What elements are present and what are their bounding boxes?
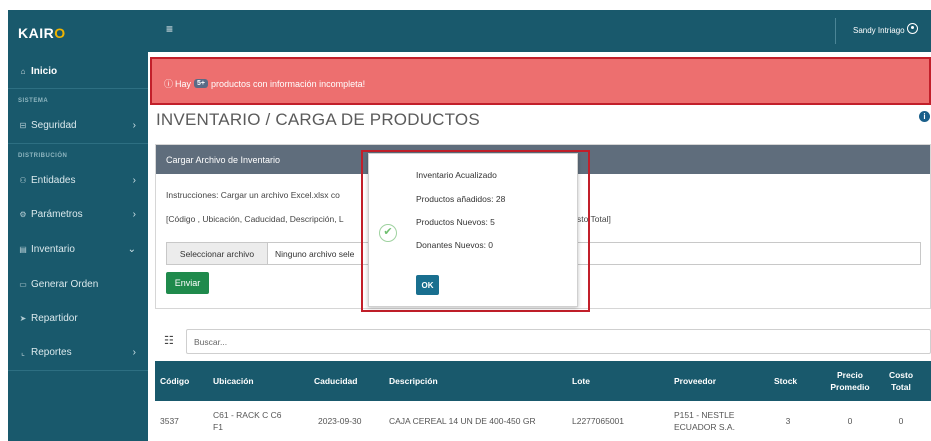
- lock-icon: ⊟: [19, 120, 27, 130]
- sidebar-item-generar-orden[interactable]: ▭ Generar Orden: [8, 273, 148, 295]
- menu-toggle-icon[interactable]: ≡: [166, 22, 173, 36]
- chevron-down-icon: ⌄: [127, 243, 136, 255]
- chevron-right-icon: ›: [132, 346, 136, 358]
- top-navbar: ≡ Sandy Intriago: [148, 10, 931, 52]
- alert-prefix: Hay: [175, 78, 192, 89]
- settings-icon: ⚙: [19, 209, 27, 219]
- alert-info-icon: ⓘ: [164, 79, 174, 89]
- chart-icon: ⌞: [21, 347, 25, 357]
- inventory-updated-dialog: ✔ Inventario Acualizado Productos añadid…: [368, 153, 578, 307]
- column-header-codigo[interactable]: Código: [160, 361, 189, 401]
- ok-button[interactable]: OK: [416, 275, 439, 295]
- column-header-precio-promedio[interactable]: Precio Promedio: [821, 361, 879, 401]
- app-logo[interactable]: KAIR O: [8, 10, 148, 56]
- cell-caducidad: 2023-09-30: [318, 416, 362, 426]
- navbar-divider: [835, 18, 836, 44]
- filter-icon[interactable]: ☷: [164, 334, 174, 347]
- user-name[interactable]: Sandy Intriago: [853, 26, 905, 35]
- cell-costo: 0: [898, 416, 904, 426]
- instructions-text: Instrucciones: Cargar un archivo Excel.x…: [166, 190, 340, 200]
- header-line: Promedio: [830, 382, 870, 392]
- column-header-stock[interactable]: Stock: [774, 361, 797, 401]
- alert-suffix: productos con información incompleta!: [211, 78, 366, 89]
- info-icon[interactable]: i: [919, 111, 930, 122]
- column-header-costo-total[interactable]: Costo Total: [881, 361, 921, 401]
- sidebar-divider: [8, 88, 148, 89]
- search-input[interactable]: Buscar...: [186, 329, 931, 354]
- sidebar-item-inventario[interactable]: ▤ Inventario ⌄: [8, 238, 148, 260]
- sidebar: KAIR O ⌂ Inicio SISTEMA ⊟ Seguridad › DIS…: [8, 10, 148, 441]
- file-name-display: Ninguno archivo sele: [275, 248, 355, 259]
- send-button[interactable]: Enviar: [166, 272, 209, 294]
- cell-descripcion: CAJA CEREAL 14 UN DE 400-450 GR: [389, 416, 536, 426]
- cell-line: F1: [213, 422, 223, 432]
- columns-text: [Código , Ubicación, Caducidad, Descripc…: [166, 214, 344, 224]
- cell-proveedor: P151 - NESTLE ECUADOR S.A.: [674, 401, 735, 441]
- sidebar-item-label: Seguridad: [31, 119, 77, 131]
- brand-name: KAIR: [18, 25, 55, 41]
- alert-message: ⓘ Hay 5+ productos con información incom…: [164, 77, 365, 90]
- header-line: Total: [891, 382, 911, 392]
- home-icon: ⌂: [20, 66, 26, 76]
- sidebar-item-label: Repartidor: [31, 312, 78, 324]
- users-icon: ⚇: [19, 175, 27, 185]
- select-file-button[interactable]: Seleccionar archivo: [167, 243, 268, 264]
- brand-accent: O: [54, 25, 66, 41]
- new-products-text: Productos Nuevos: 5: [416, 217, 495, 227]
- column-header-descripcion[interactable]: Descripción: [389, 361, 438, 401]
- products-added-text: Productos añadidos: 28: [416, 194, 506, 204]
- cell-line: C61 - RACK C C6: [213, 410, 282, 420]
- sidebar-item-reportes[interactable]: ⌞ Reportes ›: [8, 341, 148, 363]
- cell-precio: 0: [847, 416, 853, 426]
- sidebar-divider: [8, 370, 148, 371]
- table-header: Código Ubicación Caducidad Descripción L…: [155, 361, 931, 401]
- sidebar-item-parametros[interactable]: ⚙ Parámetros ›: [8, 203, 148, 225]
- chevron-right-icon: ›: [132, 119, 136, 131]
- sidebar-item-label: Parámetros: [31, 208, 83, 220]
- header-line: Costo: [888, 370, 914, 380]
- sidebar-item-label: Inicio: [31, 65, 58, 77]
- sidebar-item-label: Generar Orden: [31, 278, 99, 290]
- success-check-icon: ✔: [379, 224, 397, 242]
- table-row[interactable]: 3537 C61 - RACK C C6 F1 2023-09-30 CAJA …: [155, 401, 931, 441]
- cell-line: ECUADOR S.A.: [674, 422, 735, 432]
- sidebar-item-label: Reportes: [31, 346, 72, 358]
- dialog-title: Inventario Acualizado: [416, 170, 497, 180]
- chevron-right-icon: ›: [132, 208, 136, 220]
- sidebar-item-label: Entidades: [31, 174, 76, 186]
- chevron-right-icon: ›: [132, 174, 136, 186]
- user-account-icon[interactable]: [907, 23, 918, 34]
- sidebar-item-entidades[interactable]: ⚇ Entidades ›: [8, 169, 148, 191]
- sidebar-item-seguridad[interactable]: ⊟ Seguridad ›: [8, 114, 148, 136]
- cell-codigo: 3537: [160, 416, 179, 426]
- column-header-lote[interactable]: Lote: [572, 361, 590, 401]
- sidebar-item-label: Inventario: [31, 243, 75, 255]
- cell-lote: L2277065001: [572, 416, 625, 426]
- section-label-sistema: SISTEMA: [18, 98, 49, 104]
- send-icon: ➤: [19, 313, 27, 323]
- column-header-caducidad[interactable]: Caducidad: [314, 361, 357, 401]
- order-icon: ▭: [19, 279, 27, 289]
- new-donors-text: Donantes Nuevos: 0: [416, 240, 494, 250]
- page-title: INVENTARIO / CARGA DE PRODUCTOS: [156, 110, 480, 129]
- sidebar-item-inicio[interactable]: ⌂ Inicio: [8, 60, 148, 82]
- header-line: Precio: [837, 370, 863, 380]
- search-placeholder: Buscar...: [194, 336, 228, 347]
- cell-stock: 3: [785, 416, 791, 426]
- cell-ubicacion: C61 - RACK C C6 F1: [213, 401, 282, 441]
- column-header-ubicacion[interactable]: Ubicación: [213, 361, 254, 401]
- section-label-distribucion: DISTRIBUCIÓN: [18, 153, 68, 159]
- incomplete-products-alert: ⓘ Hay 5+ productos con información incom…: [150, 57, 931, 105]
- sidebar-divider: [8, 143, 148, 144]
- column-header-proveedor[interactable]: Proveedor: [674, 361, 716, 401]
- sidebar-item-repartidor[interactable]: ➤ Repartidor: [8, 307, 148, 329]
- inventory-icon: ▤: [19, 244, 27, 254]
- cell-line: P151 - NESTLE: [674, 410, 735, 420]
- alert-count-badge: 5+: [194, 79, 209, 88]
